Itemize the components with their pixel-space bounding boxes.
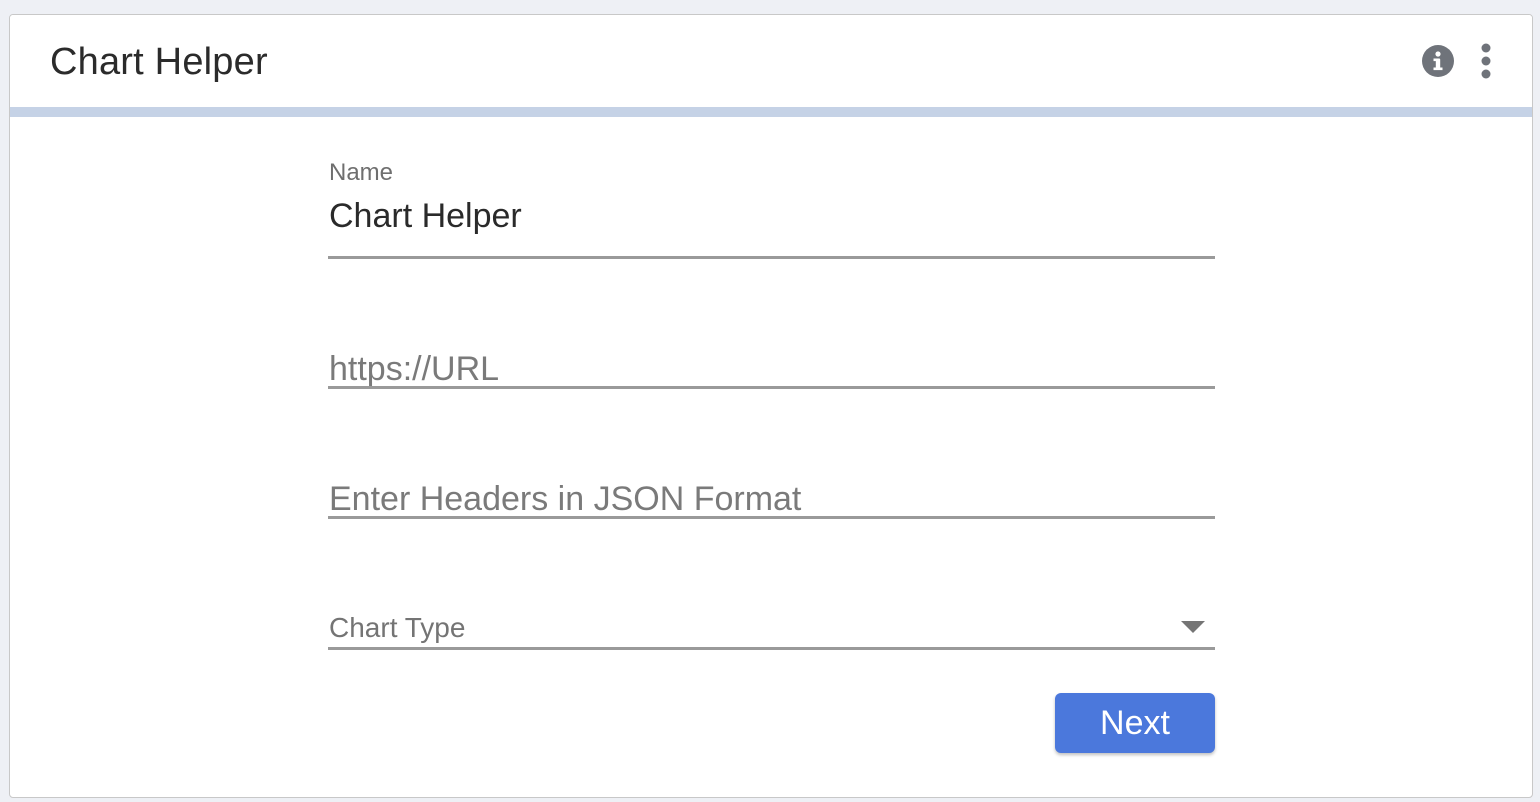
url-input[interactable] [328,347,1215,391]
headers-field-underline [328,516,1215,519]
more-vertical-icon[interactable] [1475,42,1497,80]
url-field-underline [328,386,1215,389]
name-field-underline [328,256,1215,259]
page-title: Chart Helper [50,41,268,83]
chevron-down-icon[interactable] [1181,621,1205,633]
chart-type-underline [328,647,1215,650]
chart-type-label: Chart Type [329,612,466,643]
chart-helper-card: Chart Helper Name Chart Helper https://U… [9,14,1533,798]
headers-json-input[interactable] [328,477,1215,521]
header-divider [10,107,1532,117]
info-icon[interactable] [1421,44,1455,78]
name-field-value[interactable]: Chart Helper [329,197,522,236]
next-button[interactable]: Next [1055,693,1215,753]
name-field-label: Name [329,159,394,186]
card-header: Chart Helper [10,15,1532,107]
